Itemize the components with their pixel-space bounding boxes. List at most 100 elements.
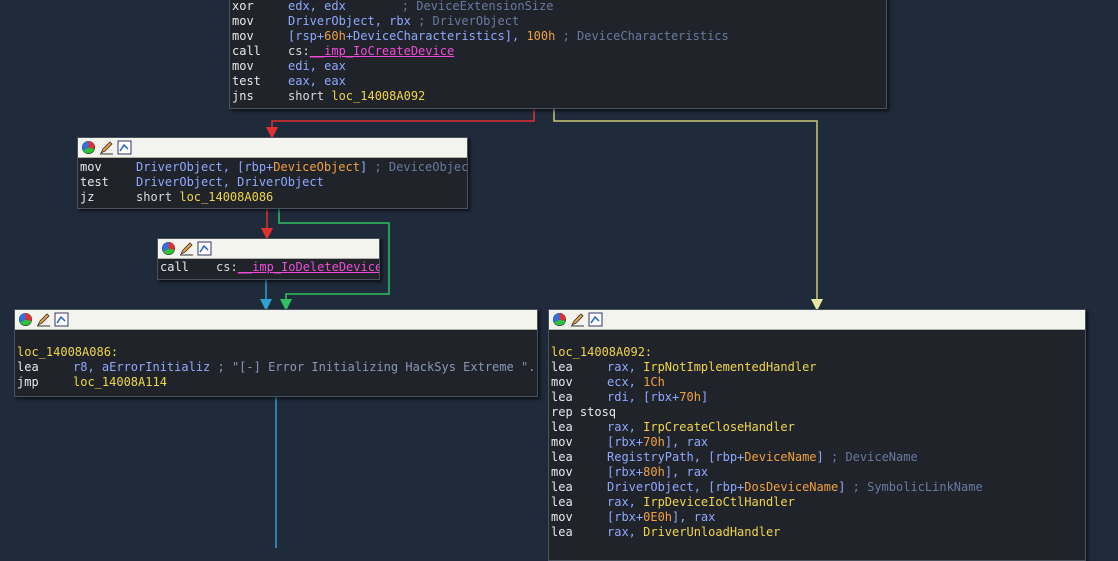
asm-line: xor edx, edx ; DeviceExtensionSize — [232, 0, 884, 14]
operand-part: [rbx+ — [607, 510, 644, 524]
color-picker-icon[interactable] — [18, 312, 33, 327]
mnemonic: mov — [232, 59, 254, 73]
mnemonic: mov — [551, 375, 573, 389]
asm-line: mov [rsp+60h+DeviceCharacteristics], 100h… — [232, 29, 884, 44]
mnemonic: call — [160, 260, 189, 274]
operand-offset: 60h — [324, 29, 346, 43]
color-picker-icon[interactable] — [161, 241, 176, 256]
function-link[interactable]: IrpNotImplementedHandler — [643, 360, 816, 374]
label-link[interactable]: loc_14008A086 — [179, 190, 273, 204]
asm-line: lea r8, aErrorInitializ ; "[-] Error Init… — [17, 360, 537, 375]
asm-line: jz short loc_14008A086 — [80, 190, 465, 205]
mnemonic: jns — [232, 89, 254, 103]
mnemonic: mov — [551, 510, 573, 524]
asm-line: lea rax, IrpDeviceIoCtlHandler — [551, 495, 1083, 510]
node-success-branch[interactable]: loc_14008A092: lea rax, IrpNotImplemented… — [548, 309, 1086, 561]
block-label[interactable]: loc_14008A092: — [551, 345, 1083, 360]
graph-view-icon[interactable] — [197, 241, 212, 256]
mnemonic: lea — [551, 450, 573, 464]
rename-icon[interactable] — [36, 312, 51, 327]
node-header — [78, 138, 467, 158]
node-error-branch[interactable]: loc_14008A086: lea r8, aErrorInitializ ; … — [14, 309, 538, 397]
operand-part: short — [288, 89, 332, 103]
asm-line: jns short loc_14008A092 — [232, 89, 884, 104]
comment: ; SymbolicLinkName — [845, 480, 983, 494]
operand-immediate: 1Ch — [643, 375, 665, 389]
mnemonic: rep stosq — [551, 405, 617, 419]
operand-part: RegistryPath, [rbp+ — [607, 450, 745, 464]
mnemonic: mov — [551, 465, 573, 479]
rename-icon[interactable] — [179, 241, 194, 256]
mnemonic: lea — [551, 480, 573, 494]
operand-immediate: 100h — [526, 29, 556, 43]
asm-line: call cs:__imp_IoDeleteDevice — [160, 260, 379, 275]
asm-line: lea rax, DriverUnloadHandler — [551, 525, 1083, 540]
rename-icon[interactable] — [570, 312, 585, 327]
import-link[interactable]: __imp_IoCreateDevice — [310, 44, 455, 58]
node-create-device[interactable]: xor edx, edx ; DeviceExtensionSize mov Driv… — [229, 0, 887, 109]
mnemonic: lea — [551, 495, 573, 509]
operand-part: ] — [816, 450, 824, 464]
node-header — [158, 239, 379, 259]
asm-line: mov DriverObject, [rbp+DeviceObject] ; De… — [80, 160, 468, 175]
asm-line: lea rax, IrpCreateCloseHandler — [551, 420, 1083, 435]
asm-line: mov [rbx+0E0h], rax — [551, 510, 1083, 525]
mnemonic: test — [232, 74, 261, 88]
node-check-device-object[interactable]: mov DriverObject, [rbp+DeviceObject] ; De… — [77, 137, 468, 209]
asm-line: lea rax, IrpNotImplementedHandler — [551, 360, 1083, 375]
import-link[interactable]: __imp_IoDeleteDevice — [238, 260, 379, 274]
graph-view-icon[interactable] — [54, 312, 69, 327]
label-link[interactable]: loc_14008A114 — [73, 375, 167, 389]
operand-part: ], rax — [664, 435, 709, 449]
operand-part: ] — [700, 390, 709, 404]
function-link[interactable]: IrpCreateCloseHandler — [643, 420, 795, 434]
edge-true-top-to-success — [553, 108, 823, 311]
operand-part: [rbx+ — [607, 435, 644, 449]
operand-part: [rsp+ — [288, 29, 325, 43]
mnemonic: mov — [551, 435, 573, 449]
operand-part: rax, — [607, 360, 644, 374]
operand-var: DeviceName — [744, 450, 817, 464]
color-picker-icon[interactable] — [552, 312, 567, 327]
operands: DriverObject, rbx — [288, 14, 411, 28]
operand-part: ecx, — [607, 375, 644, 389]
operand-part: short — [136, 190, 180, 204]
operand-part: DriverObject, [rbp+ — [607, 480, 745, 494]
comment: ; DeviceObject — [367, 160, 468, 174]
asm-line: call cs:__imp_IoCreateDevice — [232, 44, 884, 59]
operands: DriverObject, DriverObject — [136, 175, 324, 189]
mnemonic: mov — [232, 29, 254, 43]
rename-icon[interactable] — [99, 140, 114, 155]
operand-var: DeviceObject — [273, 160, 360, 174]
color-picker-icon[interactable] — [81, 140, 96, 155]
comment: ; DeviceExtensionSize — [401, 0, 554, 13]
node-header — [15, 310, 537, 330]
mnemonic: lea — [17, 360, 39, 374]
graph-view-icon[interactable] — [117, 140, 132, 155]
block-label[interactable]: loc_14008A086: — [17, 345, 535, 360]
mnemonic: jmp — [17, 375, 39, 389]
mnemonic: mov — [232, 14, 254, 28]
mnemonic: lea — [551, 390, 573, 404]
mnemonic: jz — [80, 190, 95, 204]
mnemonic: xor — [232, 0, 254, 13]
operand-part: DriverObject, [rbp+ — [136, 160, 274, 174]
function-link[interactable]: DriverUnloadHandler — [643, 525, 780, 539]
graph-view-icon[interactable] — [588, 312, 603, 327]
operands: edi, eax — [288, 59, 346, 73]
node-delete-device[interactable]: call cs:__imp_IoDeleteDevice — [157, 238, 380, 280]
ida-graph-view[interactable]: xor edx, edx ; DeviceExtensionSize mov Driv… — [0, 0, 1118, 561]
operand-part: rax, — [607, 495, 644, 509]
mnemonic: lea — [551, 360, 573, 374]
operand-offset: 0E0h — [643, 510, 673, 524]
mnemonic: lea — [551, 525, 573, 539]
operand-part: rax, — [607, 420, 644, 434]
operands: edx, edx — [288, 0, 346, 13]
operand-offset: 70h — [643, 435, 665, 449]
operand-part: +DeviceCharacteristics], — [345, 29, 527, 43]
asm-line: lea DriverObject, [rbp+DosDeviceName] ; S… — [551, 480, 1083, 495]
node-header — [549, 310, 1085, 330]
label-link[interactable]: loc_14008A092 — [331, 89, 425, 103]
asm-line: mov ecx, 1Ch — [551, 375, 1083, 390]
function-link[interactable]: IrpDeviceIoCtlHandler — [643, 495, 795, 509]
